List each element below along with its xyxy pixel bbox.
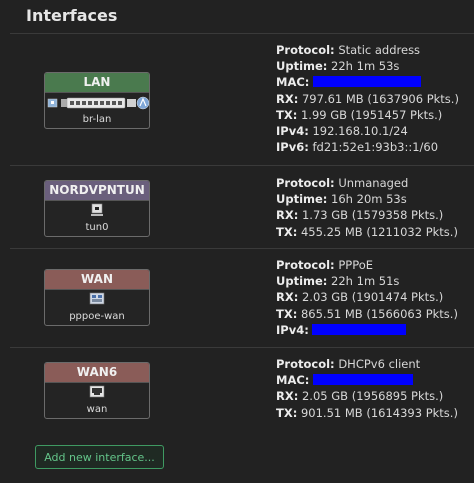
interface-info-wan6: Protocol: DHCPv6 client MAC: RX: 2.05 GB… — [276, 357, 458, 420]
interface-row-wan: WAN pppoe-wan Protocol: PPPoE Uptime: 22… — [10, 249, 474, 348]
interfaces-panel: LAN br-lan Protocol: Static address Upti… — [10, 33, 474, 483]
interface-badge-wan6[interactable]: WAN6 wan — [44, 362, 150, 419]
redacted-mac — [313, 76, 422, 88]
interface-name: LAN — [45, 73, 149, 93]
interface-badge-wan[interactable]: WAN pppoe-wan — [44, 269, 150, 326]
device-name: tun0 — [85, 222, 109, 233]
device-name: br-lan — [82, 114, 112, 125]
switch-ports-icon — [47, 96, 149, 110]
tunnel-icon — [91, 203, 103, 216]
interface-name: NORDVPNTUN — [45, 181, 149, 201]
redacted-mac — [313, 374, 414, 386]
interface-info-nordvpntun: Protocol: Unmanaged Uptime: 16h 20m 53s … — [276, 176, 458, 239]
interface-row-wan6: WAN6 wan Protocol: DHCPv6 client MAC: RX… — [10, 348, 474, 442]
interface-row-nordvpntun: NORDVPNTUN tun0 Protocol: Unmanaged Upti… — [10, 166, 474, 249]
interface-row-lan: LAN br-lan Protocol: Static address Upti… — [10, 34, 474, 166]
interface-name: WAN — [45, 270, 149, 290]
ethernet-port-icon — [89, 385, 105, 398]
device-name: pppoe-wan — [69, 311, 125, 322]
device-name: wan — [86, 404, 108, 415]
interface-name: WAN6 — [45, 363, 149, 383]
interface-info-wan: Protocol: PPPoE Uptime: 22h 1m 51s RX: 2… — [276, 258, 458, 337]
redacted-ipv4 — [312, 323, 407, 335]
interface-badge-nordvpntun[interactable]: NORDVPNTUN tun0 — [44, 180, 150, 237]
page-title: Interfaces — [26, 6, 118, 25]
pppoe-icon — [89, 292, 105, 305]
add-interface-button[interactable]: Add new interface... — [35, 445, 164, 469]
interface-badge-lan[interactable]: LAN br-lan — [44, 72, 150, 129]
interface-info-lan: Protocol: Static address Uptime: 22h 1m … — [276, 43, 459, 155]
